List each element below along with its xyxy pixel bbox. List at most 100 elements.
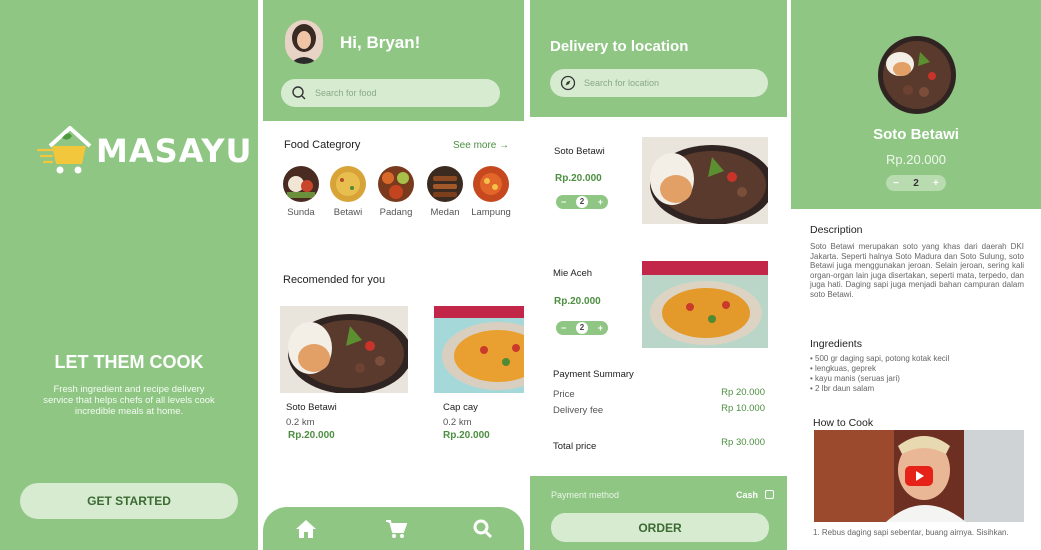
detail-screen: Soto Betawi Rp.20.000 − 2 + Description … xyxy=(791,0,1041,550)
recommended-price: Rp.20.000 xyxy=(288,430,335,441)
payment-method-value: Cash xyxy=(736,490,759,500)
cooking-step-1: 1. Rebus daging sapi sebentar, buang air… xyxy=(813,528,1009,537)
category-sunda[interactable]: Sunda xyxy=(276,166,326,218)
recommended-price: Rp.20.000 xyxy=(443,430,490,441)
get-started-button[interactable]: GET STARTED xyxy=(20,483,238,519)
delivery-fee-value: Rp 10.000 xyxy=(721,403,765,414)
cart-house-logo-icon xyxy=(36,126,92,174)
compass-icon xyxy=(560,75,576,91)
category-image xyxy=(427,166,463,202)
category-title: Food Categrory xyxy=(284,139,361,151)
recommended-name: Cap cay xyxy=(443,402,478,413)
capcay-photo xyxy=(434,306,524,393)
brand-name: MASAYU xyxy=(96,132,253,170)
minus-icon[interactable]: − xyxy=(561,197,566,207)
plus-icon[interactable]: + xyxy=(933,178,939,189)
plus-icon[interactable]: + xyxy=(598,197,603,207)
category-label: Sunda xyxy=(287,207,315,218)
how-to-cook-title: How to Cook xyxy=(813,417,874,429)
avatar[interactable] xyxy=(285,20,323,64)
category-label: Betawi xyxy=(333,207,363,218)
order-button[interactable]: ORDER xyxy=(551,513,769,542)
dish-price: Rp.20.000 xyxy=(886,152,946,167)
price-value: Rp 20.000 xyxy=(721,387,765,398)
cart-screen: Delivery to location Search for location… xyxy=(530,0,787,550)
payment-summary-title: Payment Summary xyxy=(553,369,634,380)
category-label: Lampung xyxy=(471,207,511,218)
bottom-nav xyxy=(263,507,524,550)
recommended-distance: 0.2 km xyxy=(286,417,315,428)
splash-tagline: LET THEM COOK xyxy=(54,352,204,372)
quantity-value: 2 xyxy=(913,177,919,189)
category-label: Medan xyxy=(430,207,460,218)
category-image xyxy=(473,166,509,202)
dish-image xyxy=(878,36,956,114)
play-icon[interactable] xyxy=(905,466,933,486)
quantity-stepper[interactable]: − 2 + xyxy=(556,195,608,209)
soto-betawi-photo xyxy=(642,137,768,224)
search-icon[interactable] xyxy=(473,519,493,544)
recommended-card-image-soto[interactable] xyxy=(280,306,408,393)
page-title: Delivery to location xyxy=(550,38,689,55)
soto-betawi-photo xyxy=(878,36,956,114)
splash-screen: MASAYU LET THEM COOK Fresh ingredient an… xyxy=(0,0,258,550)
cart-item-name: Mie Aceh xyxy=(553,268,593,279)
cart-item-price: Rp.20.000 xyxy=(555,173,602,184)
minus-icon[interactable]: − xyxy=(893,178,899,189)
category-padang[interactable]: Padang xyxy=(371,166,421,218)
location-search-input[interactable]: Search for location xyxy=(584,78,659,88)
category-label: Padang xyxy=(379,207,413,218)
total-price-label: Total price xyxy=(553,441,597,452)
category-betawi[interactable]: Betawi xyxy=(323,166,373,218)
ingredient-item: 2 lbr daun salam xyxy=(810,384,1024,394)
search-icon xyxy=(292,86,306,100)
category-image xyxy=(330,166,366,202)
search-input[interactable]: Search for food xyxy=(315,88,377,98)
quantity-value: 2 xyxy=(576,196,588,208)
cart-item-name: Soto Betawi xyxy=(554,146,605,157)
cart-icon[interactable] xyxy=(385,519,408,544)
ingredients-list: 500 gr daging sapi, potong kotak kecil l… xyxy=(810,354,1024,394)
price-label: Price xyxy=(553,389,575,400)
home-icon[interactable] xyxy=(295,519,317,544)
soto-betawi-photo xyxy=(280,306,408,393)
category-image xyxy=(378,166,414,202)
mie-aceh-photo xyxy=(642,261,768,348)
payment-method-label: Payment method xyxy=(551,490,620,500)
cart-item-price: Rp.20.000 xyxy=(554,296,601,307)
cart-item-image-soto xyxy=(642,137,768,224)
plus-icon[interactable]: + xyxy=(598,323,603,333)
category-medan[interactable]: Medan xyxy=(420,166,470,218)
recommended-title: Recomended for you xyxy=(283,274,386,286)
recommended-name: Soto Betawi xyxy=(286,402,337,413)
cart-header xyxy=(530,0,787,117)
brand-logo: MASAYU xyxy=(36,124,253,178)
total-price-value: Rp 30.000 xyxy=(721,437,765,448)
splash-description: Fresh ingredient and recipe delivery ser… xyxy=(43,384,215,417)
ingredient-item: kayu manis (seruas jari) xyxy=(810,374,1024,384)
cart-item-image-mie-aceh xyxy=(642,261,768,348)
category-image xyxy=(283,166,319,202)
ingredients-title: Ingredients xyxy=(810,338,862,350)
location-search-bar[interactable]: Search for location xyxy=(550,69,768,97)
see-more-link[interactable]: See more → xyxy=(453,140,509,151)
recommended-card-image-capcay[interactable] xyxy=(434,306,524,393)
recommended-distance: 0.2 km xyxy=(443,417,472,428)
greeting: Hi, Bryan! xyxy=(340,33,421,52)
ingredient-item: lengkuas, geprek xyxy=(810,364,1024,374)
description-text: Soto Betawi merupakan soto yang khas dar… xyxy=(810,242,1024,299)
food-search-bar[interactable]: Search for food xyxy=(281,79,500,107)
ingredient-item: 500 gr daging sapi, potong kotak kecil xyxy=(810,354,1024,364)
quantity-value: 2 xyxy=(576,322,588,334)
cooking-video[interactable] xyxy=(814,430,1024,522)
minus-icon[interactable]: − xyxy=(561,323,566,333)
quantity-stepper[interactable]: − 2 + xyxy=(886,175,946,191)
payment-method-checkbox[interactable] xyxy=(765,490,774,499)
dish-name: Soto Betawi xyxy=(873,126,959,143)
category-lampung[interactable]: Lampung xyxy=(466,166,516,218)
delivery-fee-label: Delivery fee xyxy=(553,405,604,416)
user-photo-icon xyxy=(285,20,323,64)
home-screen: Hi, Bryan! Search for food Food Categror… xyxy=(263,0,524,550)
quantity-stepper[interactable]: − 2 + xyxy=(556,321,608,335)
description-title: Description xyxy=(810,224,863,236)
